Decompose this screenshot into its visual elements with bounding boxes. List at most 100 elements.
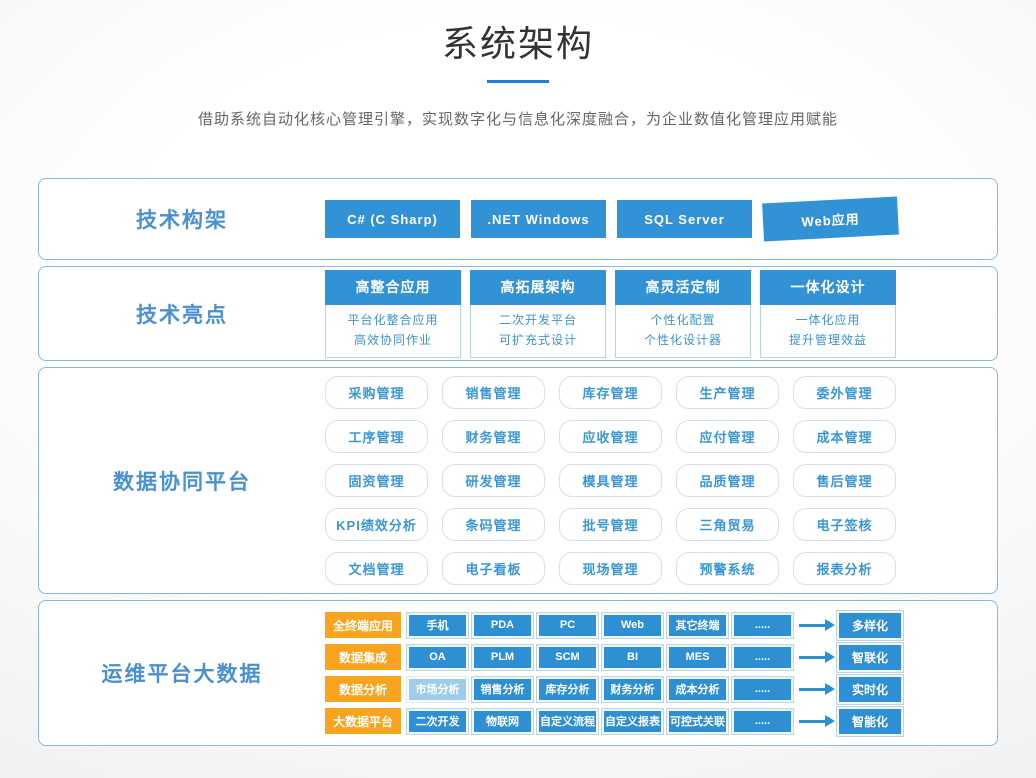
highlight-card-line: 高效协同作业 — [326, 330, 460, 350]
bigdata-item-chip: 销售分析 — [472, 677, 533, 702]
bigdata-category-label: 数据分析 — [325, 676, 401, 702]
bigdata-result-chip: 多样化 — [837, 611, 903, 640]
highlight-card-body: 平台化整合应用高效协同作业 — [325, 305, 461, 358]
title-underline — [487, 80, 549, 83]
highlight-card-title: 高整合应用 — [325, 270, 461, 305]
bigdata-item-chip: PC — [537, 613, 598, 638]
module-chip: 固资管理 — [325, 464, 428, 497]
page-header: 系统架构 借助系统自动化核心管理引擎，实现数字化与信息化深度融合，为企业数值化管… — [0, 0, 1036, 129]
arrow-head — [825, 683, 835, 695]
module-chip: 批号管理 — [559, 508, 662, 541]
bigdata-category-label: 大数据平台 — [325, 708, 401, 734]
section-data-platform: 数据协同平台 采购管理销售管理库存管理生产管理委外管理工序管理财务管理应收管理应… — [38, 367, 998, 594]
highlight-card: 高灵活定制个性化配置个性化设计器 — [615, 270, 751, 358]
bigdata-item-chip: 库存分析 — [537, 677, 598, 702]
highlight-card: 高拓展架构二次开发平台可扩充式设计 — [470, 270, 606, 358]
module-chip: 品质管理 — [676, 464, 779, 497]
bigdata-item-chip: 自定义报表 — [602, 709, 663, 734]
module-chip: 研发管理 — [442, 464, 545, 497]
bigdata-item-chip: SCM — [537, 645, 598, 670]
section-label-bigdata: 运维平台大数据 — [39, 601, 325, 745]
bigdata-category-label: 全终端应用 — [325, 612, 401, 638]
module-chip: 工序管理 — [325, 420, 428, 453]
bigdata-item-chip: ..... — [732, 613, 793, 638]
highlight-card-row: 高整合应用平台化整合应用高效协同作业高拓展架构二次开发平台可扩充式设计高灵活定制… — [325, 267, 997, 360]
highlight-card-body: 二次开发平台可扩充式设计 — [470, 305, 606, 358]
module-chip: 采购管理 — [325, 376, 428, 409]
highlight-card-body: 个性化配置个性化设计器 — [615, 305, 751, 358]
module-chip: 电子签核 — [793, 508, 896, 541]
right-arrow-icon — [799, 715, 835, 727]
section-label-data-platform: 数据协同平台 — [39, 368, 325, 593]
bigdata-result-chip: 智联化 — [837, 643, 903, 672]
module-chip: 售后管理 — [793, 464, 896, 497]
module-chip: 三角贸易 — [676, 508, 779, 541]
highlight-card: 一体化设计一体化应用提升管理效益 — [760, 270, 896, 358]
module-grid: 采购管理销售管理库存管理生产管理委外管理工序管理财务管理应收管理应付管理成本管理… — [325, 368, 997, 593]
section-bigdata: 运维平台大数据 全终端应用手机PDAPCWeb其它终端.....多样化数据集成O… — [38, 600, 998, 746]
module-chip: 成本管理 — [793, 420, 896, 453]
tech-stack-button: Web应用 — [762, 196, 899, 241]
bigdata-item-chip: OA — [407, 645, 468, 670]
tech-stack-button: SQL Server — [617, 200, 752, 238]
bigdata-item-chip: BI — [602, 645, 663, 670]
section-label-tech-stack: 技术构架 — [39, 179, 325, 259]
highlight-card-line: 可扩充式设计 — [471, 330, 605, 350]
arrow-head — [825, 619, 835, 631]
bigdata-item-chip: PLM — [472, 645, 533, 670]
bigdata-item-chip: 财务分析 — [602, 677, 663, 702]
module-chip: 委外管理 — [793, 376, 896, 409]
bigdata-item-chip: 其它终端 — [667, 613, 728, 638]
right-arrow-icon — [799, 651, 835, 663]
section-tech-stack: 技术构架 C# (C Sharp) .NET Windows SQL Server W… — [38, 178, 998, 260]
bigdata-item-chip: Web — [602, 613, 663, 638]
bigdata-row: 数据分析市场分析销售分析库存分析财务分析成本分析.....实时化 — [325, 675, 903, 704]
module-chip: 库存管理 — [559, 376, 662, 409]
bigdata-item-chip: 二次开发 — [407, 709, 468, 734]
arrow-head — [825, 651, 835, 663]
module-chip: 现场管理 — [559, 552, 662, 585]
bigdata-item-chip: ..... — [732, 645, 793, 670]
bigdata-item-chip: ..... — [732, 677, 793, 702]
highlight-card-line: 提升管理效益 — [761, 330, 895, 350]
arrow-line — [799, 720, 825, 723]
tech-stack-button: C# (C Sharp) — [325, 200, 460, 238]
highlight-card-title: 高灵活定制 — [615, 270, 751, 305]
highlight-card-line: 个性化配置 — [616, 310, 750, 330]
bigdata-item-chip: MES — [667, 645, 728, 670]
bigdata-row: 全终端应用手机PDAPCWeb其它终端.....多样化 — [325, 611, 903, 640]
bigdata-category-label: 数据集成 — [325, 644, 401, 670]
arrow-line — [799, 688, 825, 691]
page-subtitle: 借助系统自动化核心管理引擎，实现数字化与信息化深度融合，为企业数值化管理应用赋能 — [0, 108, 1036, 129]
module-chip: 应收管理 — [559, 420, 662, 453]
module-chip: 电子看板 — [442, 552, 545, 585]
page-title: 系统架构 — [0, 22, 1036, 66]
module-chip: 预警系统 — [676, 552, 779, 585]
module-chip: 生产管理 — [676, 376, 779, 409]
highlight-card-line: 平台化整合应用 — [326, 310, 460, 330]
system-architecture-page: 系统架构 借助系统自动化核心管理引擎，实现数字化与信息化深度融合，为企业数值化管… — [0, 0, 1036, 778]
arrow-line — [799, 656, 825, 659]
highlight-card-line: 一体化应用 — [761, 310, 895, 330]
module-chip: 报表分析 — [793, 552, 896, 585]
highlight-card-line: 二次开发平台 — [471, 310, 605, 330]
highlight-card-title: 一体化设计 — [760, 270, 896, 305]
section-highlights: 技术亮点 高整合应用平台化整合应用高效协同作业高拓展架构二次开发平台可扩充式设计… — [38, 266, 998, 361]
bigdata-rows: 全终端应用手机PDAPCWeb其它终端.....多样化数据集成OAPLMSCMB… — [325, 601, 997, 745]
tech-stack-button: .NET Windows — [471, 200, 606, 238]
right-arrow-icon — [799, 619, 835, 631]
module-chip: 财务管理 — [442, 420, 545, 453]
bigdata-item-chip: 物联网 — [472, 709, 533, 734]
bigdata-item-chip: ..... — [732, 709, 793, 734]
bigdata-item-chip: 自定义流程 — [537, 709, 598, 734]
bigdata-item-chip: 成本分析 — [667, 677, 728, 702]
bigdata-result-chip: 智能化 — [837, 707, 903, 736]
section-label-highlights: 技术亮点 — [39, 267, 325, 360]
arrow-head — [825, 715, 835, 727]
highlight-card-body: 一体化应用提升管理效益 — [760, 305, 896, 358]
right-arrow-icon — [799, 683, 835, 695]
module-chip: 应付管理 — [676, 420, 779, 453]
bigdata-item-chip: PDA — [472, 613, 533, 638]
arrow-line — [799, 624, 825, 627]
bigdata-item-chip: 市场分析 — [407, 677, 468, 702]
